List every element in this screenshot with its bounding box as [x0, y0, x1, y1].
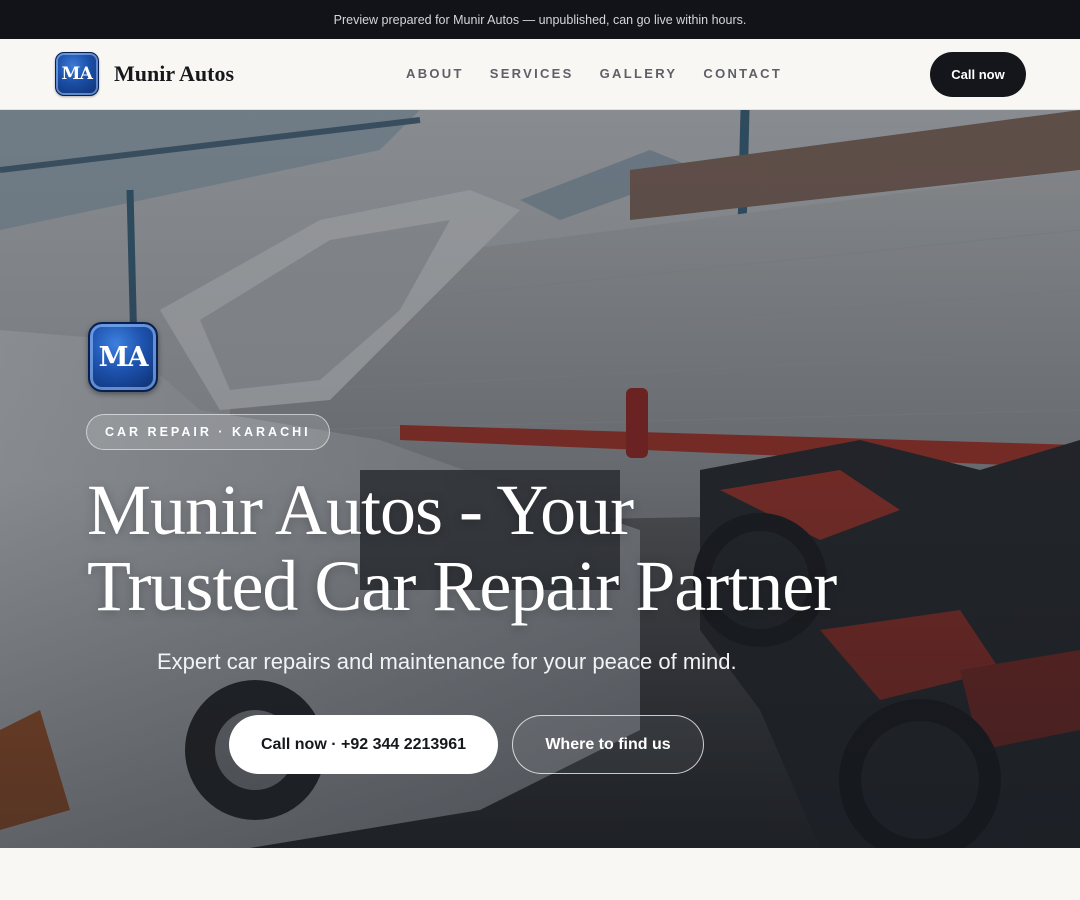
hero-logo-icon: MA [88, 322, 158, 392]
preview-banner: Preview prepared for Munir Autos — unpub… [0, 0, 1080, 39]
hero-tag: CAR REPAIR · KARACHI [86, 414, 330, 450]
nav-link-services[interactable]: SERVICES [490, 66, 574, 81]
logo-icon: MA [55, 52, 99, 96]
hero-logo-text: MA [98, 341, 149, 373]
find-us-button[interactable]: Where to find us [512, 715, 704, 774]
header-call-button[interactable]: Call now [930, 52, 1026, 97]
preview-banner-text: Preview prepared for Munir Autos — unpub… [333, 12, 747, 27]
hero-headline-line1: Munir Autos - Your [87, 470, 634, 550]
hero-headline: Munir Autos - Your Trusted Car Repair Pa… [87, 472, 947, 624]
brand-name: Munir Autos [114, 61, 235, 86]
hero-section: MA CAR REPAIR · KARACHI Munir Autos - Yo… [0, 110, 1080, 848]
main-nav: ABOUT SERVICES GALLERY CONTACT [406, 66, 782, 81]
nav-link-contact[interactable]: CONTACT [703, 66, 782, 81]
hero-subheadline: Expert car repairs and maintenance for y… [157, 649, 737, 674]
hero-headline-line2: Trusted Car Repair Partner [87, 546, 837, 626]
hero-call-button[interactable]: Call now · +92 344 2213961 [229, 715, 498, 774]
brand[interactable]: MA Munir Autos [55, 52, 234, 96]
nav-link-gallery[interactable]: GALLERY [600, 66, 678, 81]
logo-text: MA [61, 64, 93, 84]
nav-link-about[interactable]: ABOUT [406, 66, 464, 81]
site-header: MA Munir Autos ABOUT SERVICES GALLERY CO… [0, 39, 1080, 110]
